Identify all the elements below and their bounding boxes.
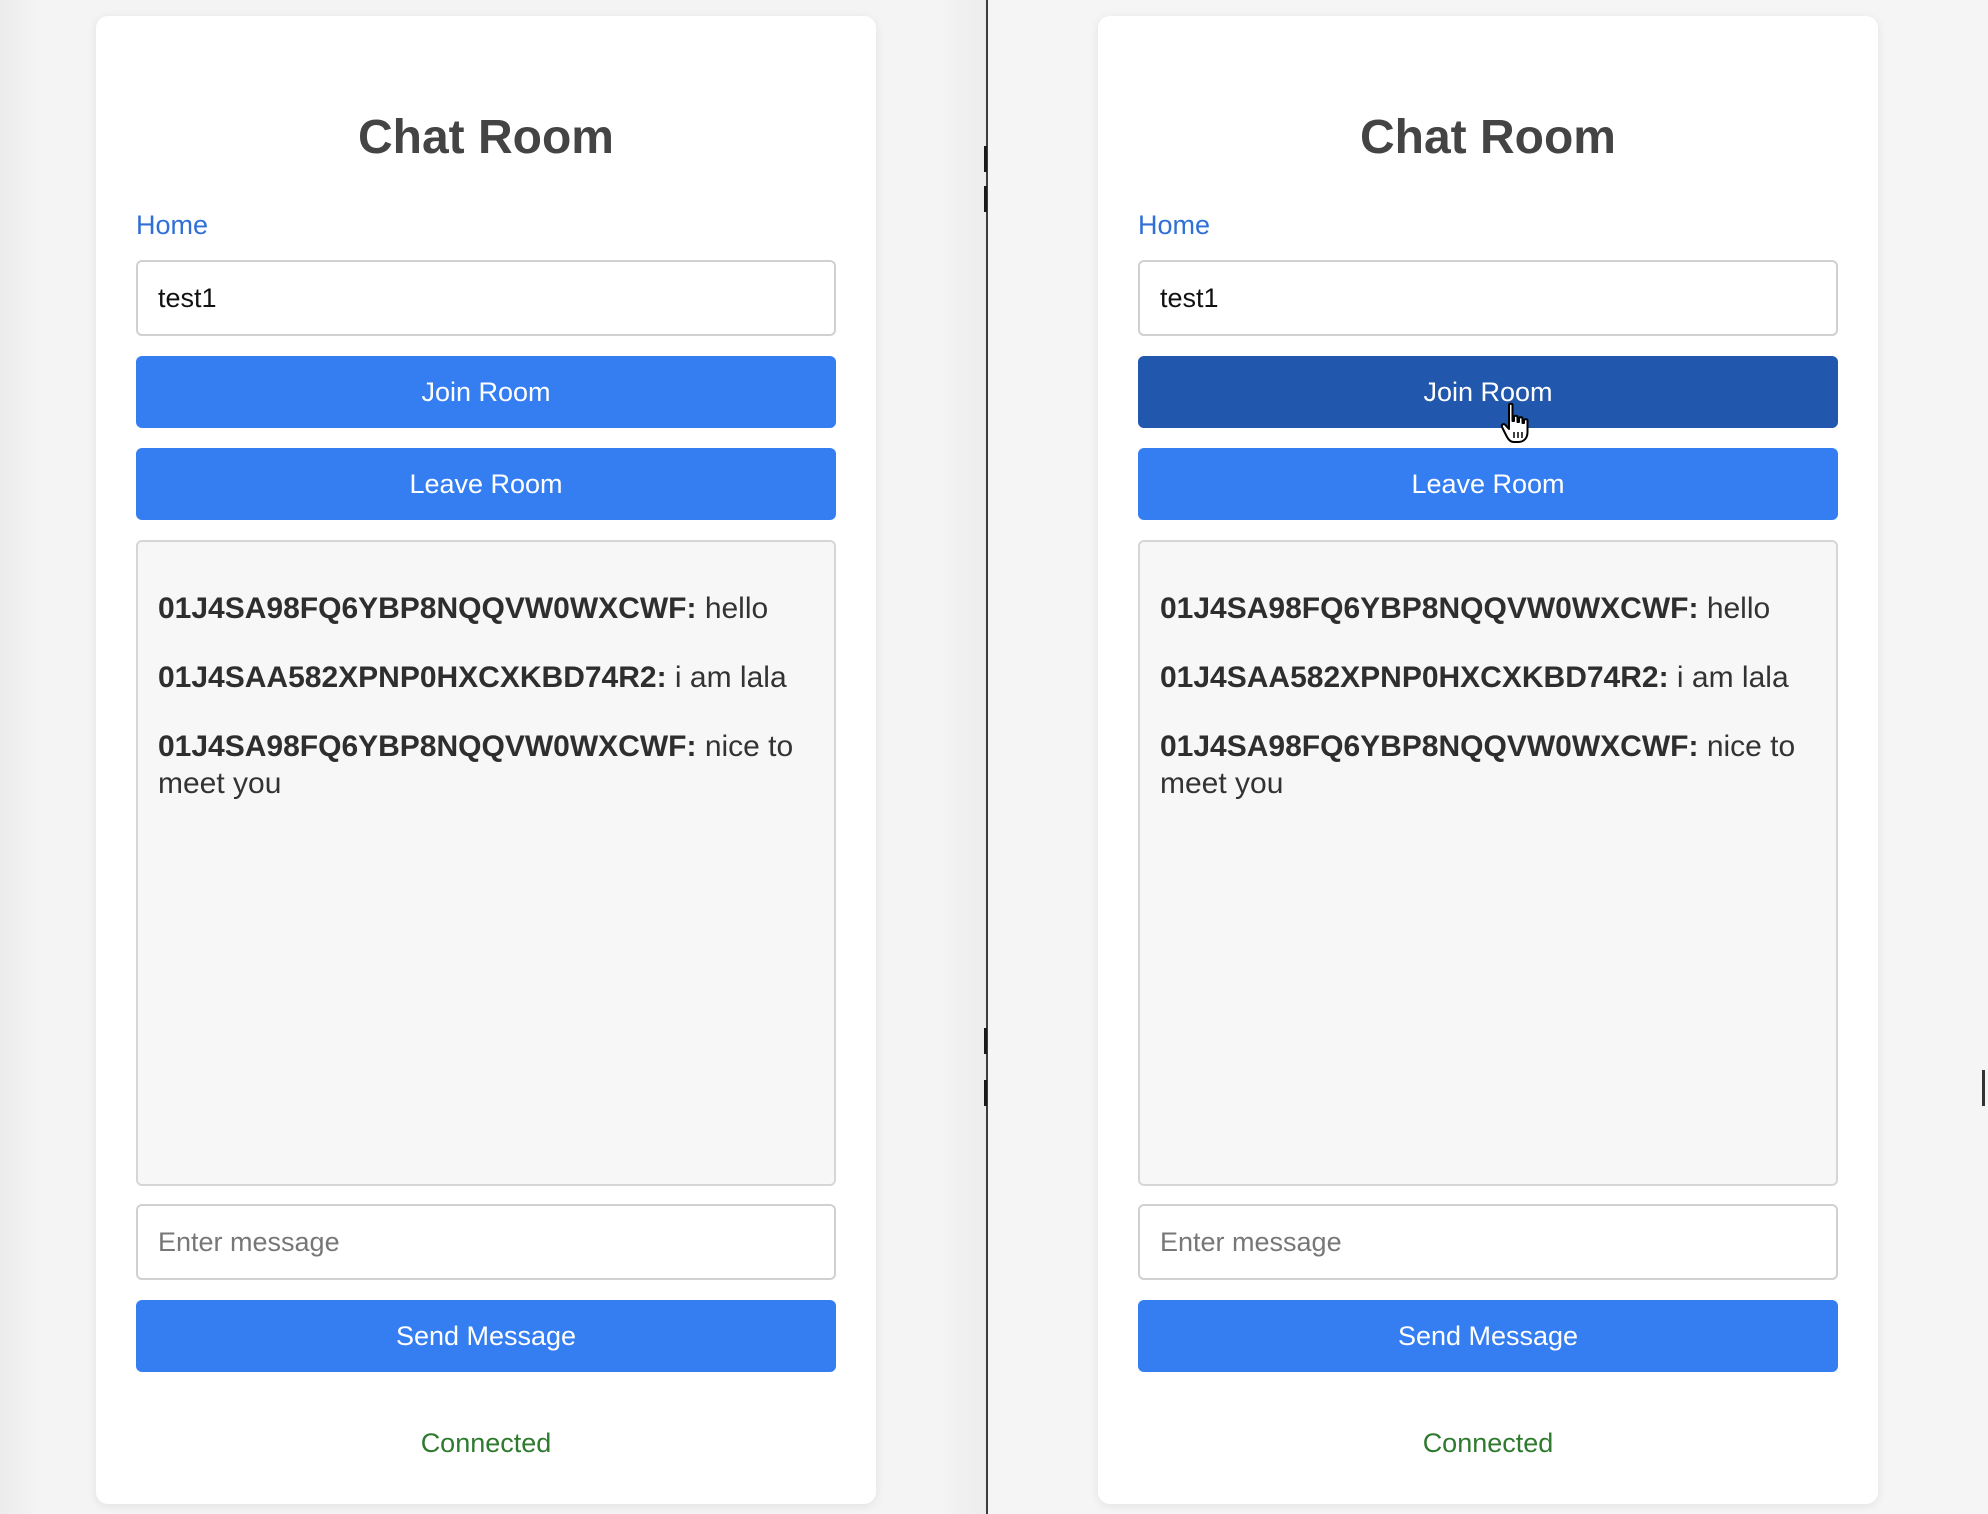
home-link[interactable]: Home (136, 208, 208, 242)
home-link[interactable]: Home (1138, 208, 1210, 242)
message-input[interactable] (1138, 1204, 1838, 1280)
message-text: i am lala (1676, 661, 1789, 694)
scroll-edge-mark (1982, 1070, 1985, 1106)
chat-card: Chat Room Home Join Room Leave Room 01J4… (96, 16, 876, 1504)
message-list[interactable]: 01J4SA98FQ6YBP8NQQVW0WXCWF: hello 01J4SA… (1138, 540, 1838, 1186)
message-sender: 01J4SA98FQ6YBP8NQQVW0WXCWF: (1160, 730, 1699, 763)
message-item: 01J4SA98FQ6YBP8NQQVW0WXCWF: nice to meet… (158, 728, 814, 802)
send-message-button[interactable]: Send Message (1138, 1300, 1838, 1372)
message-sender: 01J4SA98FQ6YBP8NQQVW0WXCWF: (1160, 592, 1699, 625)
leave-room-button[interactable]: Leave Room (1138, 448, 1838, 520)
send-message-button[interactable]: Send Message (136, 1300, 836, 1372)
message-item: 01J4SAA582XPNP0HXCXKBD74R2: i am lala (1160, 659, 1816, 696)
message-text: hello (1706, 592, 1771, 625)
room-input[interactable] (1138, 260, 1838, 336)
page-title: Chat Room (1360, 111, 1616, 164)
window-edge-mark (984, 186, 987, 212)
browser-window-left: Chat Room Home Join Room Leave Room 01J4… (0, 0, 986, 1514)
leave-room-button[interactable]: Leave Room (136, 448, 836, 520)
message-sender: 01J4SAA582XPNP0HXCXKBD74R2: (158, 661, 667, 694)
window-edge-mark (984, 1028, 987, 1054)
message-sender: 01J4SAA582XPNP0HXCXKBD74R2: (1160, 661, 1669, 694)
room-input[interactable] (136, 260, 836, 336)
join-room-button[interactable]: Join Room (1138, 356, 1838, 428)
connection-status: Connected (1422, 1428, 1554, 1458)
message-list[interactable]: 01J4SA98FQ6YBP8NQQVW0WXCWF: hello 01J4SA… (136, 540, 836, 1186)
message-sender: 01J4SA98FQ6YBP8NQQVW0WXCWF: (158, 730, 697, 763)
window-edge-mark (984, 146, 987, 172)
message-item: 01J4SAA582XPNP0HXCXKBD74R2: i am lala (158, 659, 814, 696)
message-item: 01J4SA98FQ6YBP8NQQVW0WXCWF: nice to meet… (1160, 728, 1816, 802)
chat-card: Chat Room Home Join Room Leave Room 01J4… (1098, 16, 1878, 1504)
message-text: i am lala (674, 661, 787, 694)
message-text: hello (704, 592, 769, 625)
message-input[interactable] (136, 1204, 836, 1280)
message-item: 01J4SA98FQ6YBP8NQQVW0WXCWF: hello (158, 590, 814, 627)
message-item: 01J4SA98FQ6YBP8NQQVW0WXCWF: hello (1160, 590, 1816, 627)
connection-status: Connected (420, 1428, 552, 1458)
browser-window-right: Chat Room Home Join Room Leave Room 01J4… (988, 0, 1988, 1514)
join-room-button[interactable]: Join Room (136, 356, 836, 428)
window-edge-mark (984, 1080, 987, 1106)
message-sender: 01J4SA98FQ6YBP8NQQVW0WXCWF: (158, 592, 697, 625)
page-title: Chat Room (358, 111, 614, 164)
